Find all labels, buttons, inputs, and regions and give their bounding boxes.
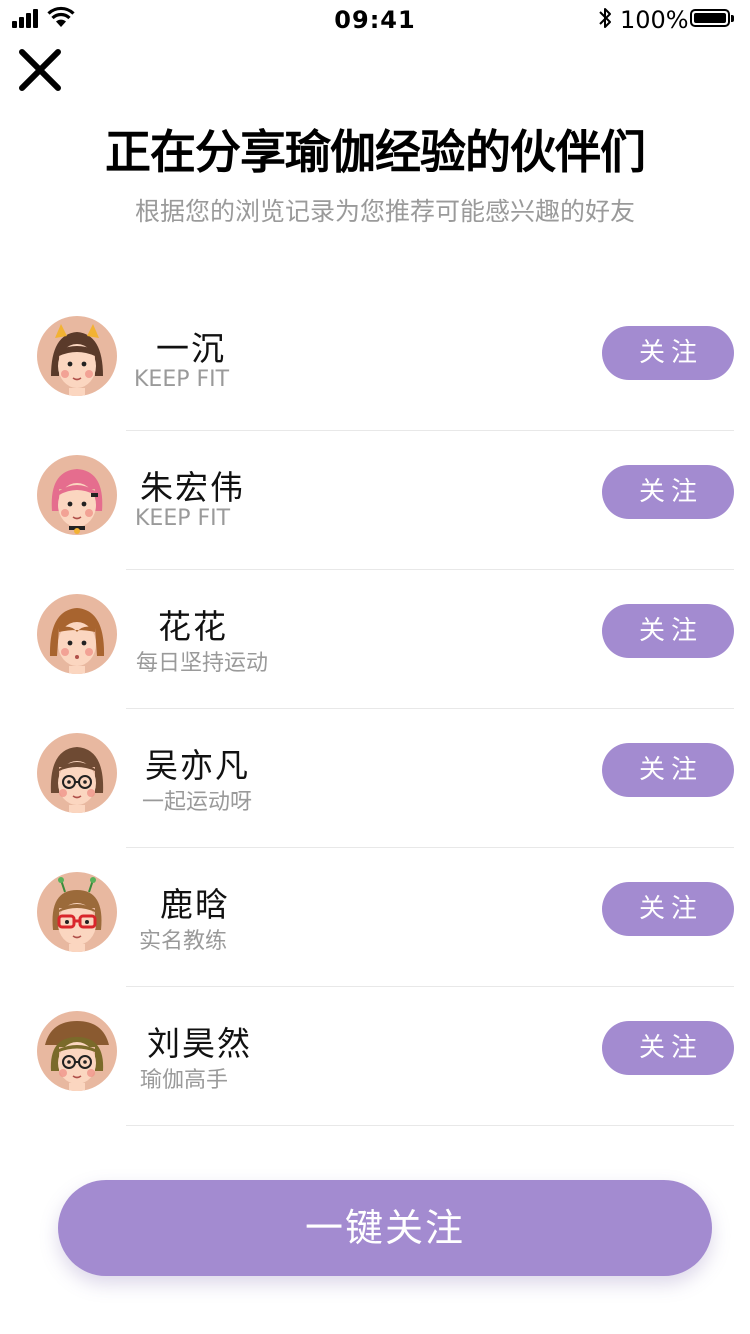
user-description: KEEP FIT: [134, 367, 230, 392]
avatar[interactable]: [37, 733, 117, 813]
follow-all-button[interactable]: 一键关注: [58, 1180, 712, 1276]
user-name: 朱宏伟: [140, 468, 245, 507]
follow-button[interactable]: 关注: [602, 743, 734, 797]
user-description: 瑜伽高手: [140, 1068, 229, 1093]
follow-button[interactable]: 关注: [602, 1021, 734, 1075]
avatar[interactable]: [37, 316, 117, 396]
avatar[interactable]: [37, 594, 117, 674]
user-list: 一沉 KEEP FIT 关注 朱宏伟 KEEP FIT 关注 花花 每日坚持运动…: [0, 292, 750, 1126]
user-name: 吴亦凡: [145, 746, 250, 785]
user-description: KEEP FIT: [135, 506, 231, 531]
user-row: 朱宏伟 KEEP FIT 关注: [0, 431, 750, 570]
user-row: 鹿晗 实名教练 关注: [0, 848, 750, 987]
user-description: 一起运动呀: [142, 790, 253, 815]
user-name: 一沉: [156, 329, 226, 368]
follow-button[interactable]: 关注: [602, 326, 734, 380]
avatar[interactable]: [37, 455, 117, 535]
user-row: 吴亦凡 一起运动呀 关注: [0, 709, 750, 848]
battery-icon: [690, 9, 734, 27]
bluetooth-icon: [599, 8, 611, 28]
close-icon: [19, 49, 61, 91]
user-name: 鹿晗: [160, 885, 230, 924]
battery-percentage: 100%: [620, 6, 689, 34]
follow-button[interactable]: 关注: [602, 465, 734, 519]
user-row: 一沉 KEEP FIT 关注: [0, 292, 750, 431]
divider: [126, 1125, 734, 1126]
user-description: 每日坚持运动: [136, 651, 269, 676]
close-button[interactable]: [16, 46, 64, 94]
avatar[interactable]: [37, 1011, 117, 1091]
page-title: 正在分享瑜伽经验的伙伴们: [105, 125, 646, 179]
page-subtitle: 根据您的浏览记录为您推荐可能感兴趣的好友: [134, 197, 635, 226]
user-name: 刘昊然: [147, 1024, 252, 1063]
follow-button[interactable]: 关注: [602, 604, 734, 658]
follow-button[interactable]: 关注: [602, 882, 734, 936]
user-name: 花花: [158, 607, 228, 646]
user-row: 花花 每日坚持运动 关注: [0, 570, 750, 709]
status-bar: 09:41 100%: [0, 0, 750, 40]
user-description: 实名教练: [139, 929, 228, 954]
avatar[interactable]: [37, 872, 117, 952]
user-row: 刘昊然 瑜伽高手 关注: [0, 987, 750, 1126]
